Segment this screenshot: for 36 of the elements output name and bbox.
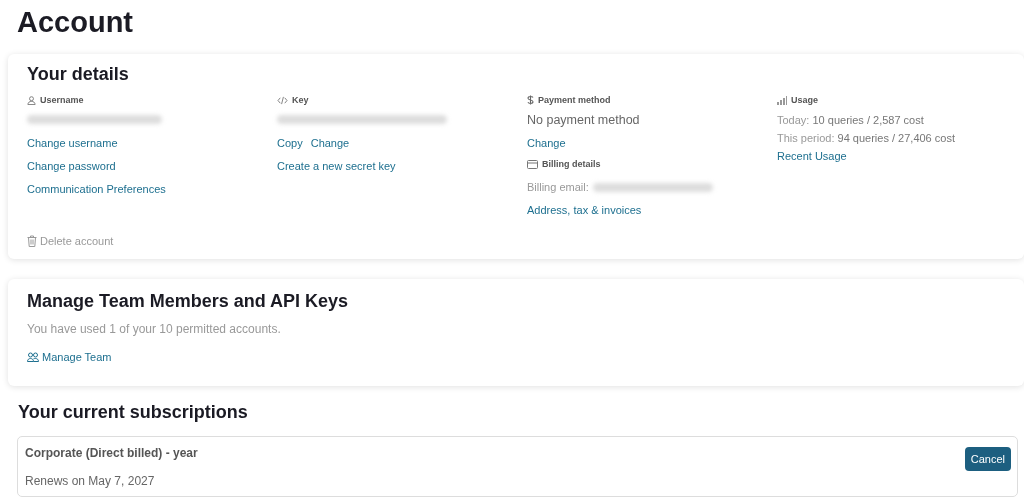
card-title: Your details xyxy=(27,64,130,85)
stat-value: 94 queries / 27,406 cost xyxy=(837,132,955,144)
credit-card-icon xyxy=(527,160,538,169)
user-icon xyxy=(27,95,36,105)
link[interactable]: Change username xyxy=(27,137,118,149)
section-label: Usage xyxy=(791,95,818,105)
field-label: Billing email: xyxy=(527,181,589,194)
renewal-date: Renews on May 7, 2027 xyxy=(25,474,156,488)
link[interactable]: Recent Usage xyxy=(777,150,847,162)
dollar-icon xyxy=(527,95,534,105)
bar-chart-icon xyxy=(777,95,787,105)
link[interactable]: Copy xyxy=(277,137,303,150)
section-title: Your current subscriptions xyxy=(18,402,249,423)
stat-label: This period: xyxy=(777,132,835,144)
people-icon xyxy=(27,352,39,362)
status-text: No payment method xyxy=(527,113,640,127)
section-label: Key xyxy=(292,95,309,105)
trash-icon xyxy=(27,235,37,247)
plan-name: Corporate (Direct billed) - year xyxy=(25,446,198,460)
link[interactable]: Address, tax & invoices xyxy=(527,204,642,216)
link[interactable]: Change xyxy=(310,137,350,150)
section-label: Billing details xyxy=(542,158,601,171)
usage-note: You have used 1 of your 10 permitted accounts. xyxy=(27,322,282,336)
card-title: Manage Team Members and API Keys xyxy=(27,291,350,312)
link[interactable]: Communication Preferences xyxy=(27,183,166,195)
manage-team-link[interactable]: Manage Team xyxy=(27,351,112,363)
link[interactable]: Create a new secret key xyxy=(277,160,396,172)
section-label: Payment method xyxy=(538,95,611,105)
stat-label: Today: xyxy=(777,114,810,126)
stat-value: 10 queries / 2,587 cost xyxy=(812,114,924,126)
cancel-button[interactable]: Cancel xyxy=(964,447,1011,471)
link[interactable]: Change xyxy=(527,137,566,149)
code-icon xyxy=(277,95,288,105)
page-title: Account xyxy=(17,6,134,40)
link[interactable]: Change password xyxy=(27,160,116,172)
section-label: Username xyxy=(40,95,84,105)
